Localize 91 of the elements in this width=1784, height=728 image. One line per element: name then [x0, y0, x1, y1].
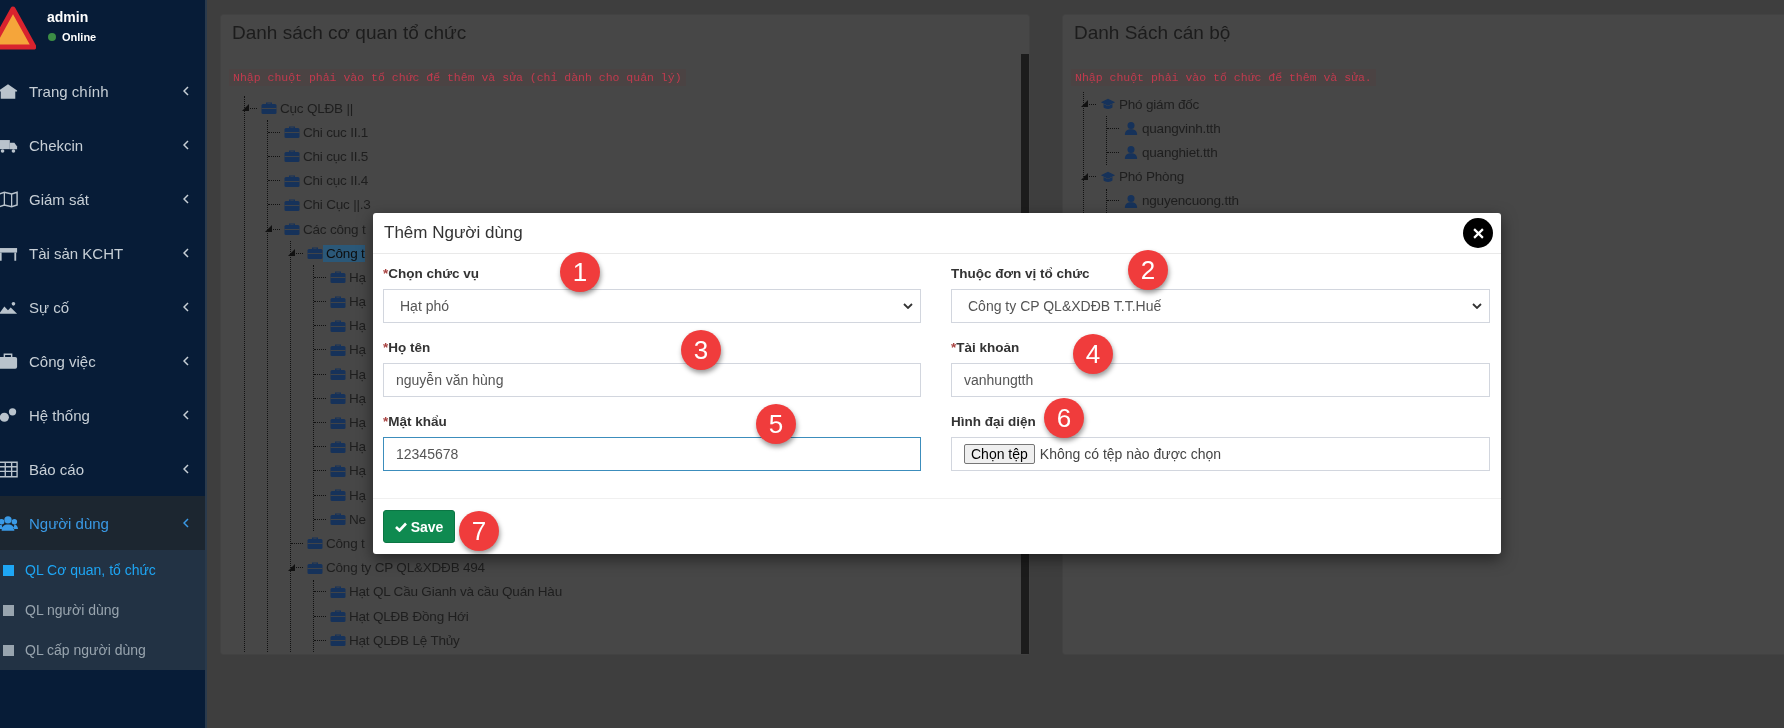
- map-icon: [0, 190, 18, 208]
- select-field[interactable]: Hạt phó: [383, 289, 921, 323]
- close-button[interactable]: [1463, 218, 1493, 248]
- sidebar-item[interactable]: Chekcin: [0, 118, 205, 172]
- user-icon: [1123, 145, 1139, 160]
- submenu-item[interactable]: QL Cơ quan, tổ chức: [0, 550, 205, 590]
- briefcase-icon: [307, 246, 323, 261]
- briefcase-icon: [330, 318, 346, 333]
- briefcase-icon: [284, 222, 300, 237]
- field-label: *Tài khoản: [951, 340, 1020, 357]
- briefcase-icon: [330, 463, 346, 478]
- expand-toggle-icon[interactable]: [288, 563, 295, 571]
- user-name: admin: [47, 9, 90, 25]
- field-label: *Chọn chức vụ: [383, 266, 480, 283]
- square-icon: [3, 644, 14, 656]
- file-status-text: Không có tệp nào được chọn: [1039, 446, 1222, 462]
- briefcase-icon: [330, 488, 346, 503]
- briefcase-icon: [330, 415, 346, 430]
- chevron-down-icon: [1472, 303, 1482, 309]
- expand-toggle-icon[interactable]: [1081, 172, 1088, 180]
- user-icon: [1123, 193, 1139, 208]
- status-dot: [48, 33, 56, 41]
- chevron-left-icon: [183, 194, 189, 204]
- check-icon: [394, 521, 407, 532]
- text-field[interactable]: 12345678: [383, 437, 921, 471]
- field-label: Thuộc đơn vị tổ chức: [951, 266, 1090, 283]
- square-icon: [3, 604, 14, 616]
- modal-title: Thêm Người dùng: [384, 223, 523, 243]
- users-icon: [0, 514, 18, 532]
- text-field[interactable]: vanhungtth: [951, 363, 1490, 397]
- sidebar-item[interactable]: Giám sát: [0, 172, 205, 226]
- chevron-left-icon: [183, 302, 189, 312]
- text-field[interactable]: nguyễn văn hùng: [383, 363, 921, 397]
- briefcase-icon: [284, 125, 300, 140]
- select-field[interactable]: Công ty CP QL&XDĐB T.T.Huế: [951, 289, 1490, 323]
- chevron-left-icon: [183, 86, 189, 96]
- chevron-left-icon: [183, 356, 189, 366]
- sidebar-item[interactable]: Sự cố: [0, 280, 205, 334]
- graduation-cap-icon: [1100, 97, 1116, 112]
- close-icon: [1472, 227, 1484, 239]
- sidebar-item[interactable]: Công việc: [0, 334, 205, 388]
- chevron-left-icon: [183, 518, 189, 528]
- sidebar-item[interactable]: Trang chính: [0, 64, 205, 118]
- briefcase-icon: [330, 609, 346, 624]
- briefcase-icon: [284, 149, 300, 164]
- tree-item[interactable]: Công t: [326, 244, 365, 262]
- field-label: *Mật khẩu: [383, 414, 447, 431]
- submenu-item[interactable]: QL cấp người dùng: [0, 630, 205, 670]
- briefcase-icon: [330, 367, 346, 382]
- briefcase-icon: [0, 352, 18, 370]
- chevron-left-icon: [183, 140, 189, 150]
- chevron-left-icon: [183, 410, 189, 420]
- sidebar-item[interactable]: Hệ thống: [0, 388, 205, 442]
- graduation-cap-icon: [1100, 169, 1116, 184]
- briefcase-icon: [330, 584, 346, 599]
- sidebar-item[interactable]: Tài sản KCHT: [0, 226, 205, 280]
- briefcase-icon: [330, 439, 346, 454]
- chevron-left-icon: [183, 464, 189, 474]
- sidebar-item[interactable]: Người dùng: [0, 496, 205, 550]
- briefcase-icon: [307, 536, 323, 551]
- expand-toggle-icon[interactable]: [265, 224, 272, 232]
- briefcase-icon: [330, 270, 346, 285]
- warning-logo-icon: [0, 6, 36, 50]
- square-icon: [3, 564, 14, 576]
- save-button[interactable]: Save: [383, 510, 455, 543]
- briefcase-icon: [284, 173, 300, 188]
- expand-toggle-icon[interactable]: [242, 104, 249, 111]
- briefcase-icon: [284, 197, 300, 212]
- user-icon: [1123, 121, 1139, 136]
- briefcase-icon: [307, 560, 323, 575]
- field-label: Hình đại diện: [951, 414, 1036, 431]
- table-icon: [0, 460, 18, 478]
- choose-file-button[interactable]: Chọn tệp: [964, 444, 1035, 464]
- status-text: Online: [62, 31, 97, 43]
- expand-toggle-icon[interactable]: [1081, 100, 1088, 107]
- briefcase-icon: [330, 633, 346, 648]
- file-field[interactable]: Chọn tệp Không có tệp nào được chọn: [951, 437, 1490, 471]
- hint-text: Nhập chuột phải vào tổ chức để thêm và sửa (chỉ dành cho quản lý): [229, 69, 686, 86]
- briefcase-icon: [330, 342, 346, 357]
- chevron-left-icon: [183, 248, 189, 258]
- briefcase-icon: [261, 101, 277, 116]
- field-label: *Họ tên: [383, 340, 431, 357]
- house-icon: [0, 82, 18, 100]
- hint-text: Nhập chuột phải vào tổ chức để thêm và sửa.: [1071, 69, 1376, 86]
- briefcase-icon: [330, 391, 346, 406]
- briefcase-icon: [330, 512, 346, 527]
- chevron-down-icon: [903, 303, 913, 309]
- briefcase-icon: [330, 294, 346, 309]
- submenu-item[interactable]: QL người dùng: [0, 590, 205, 630]
- sidebar-item[interactable]: Báo cáo: [0, 442, 205, 496]
- expand-toggle-icon[interactable]: [288, 249, 295, 257]
